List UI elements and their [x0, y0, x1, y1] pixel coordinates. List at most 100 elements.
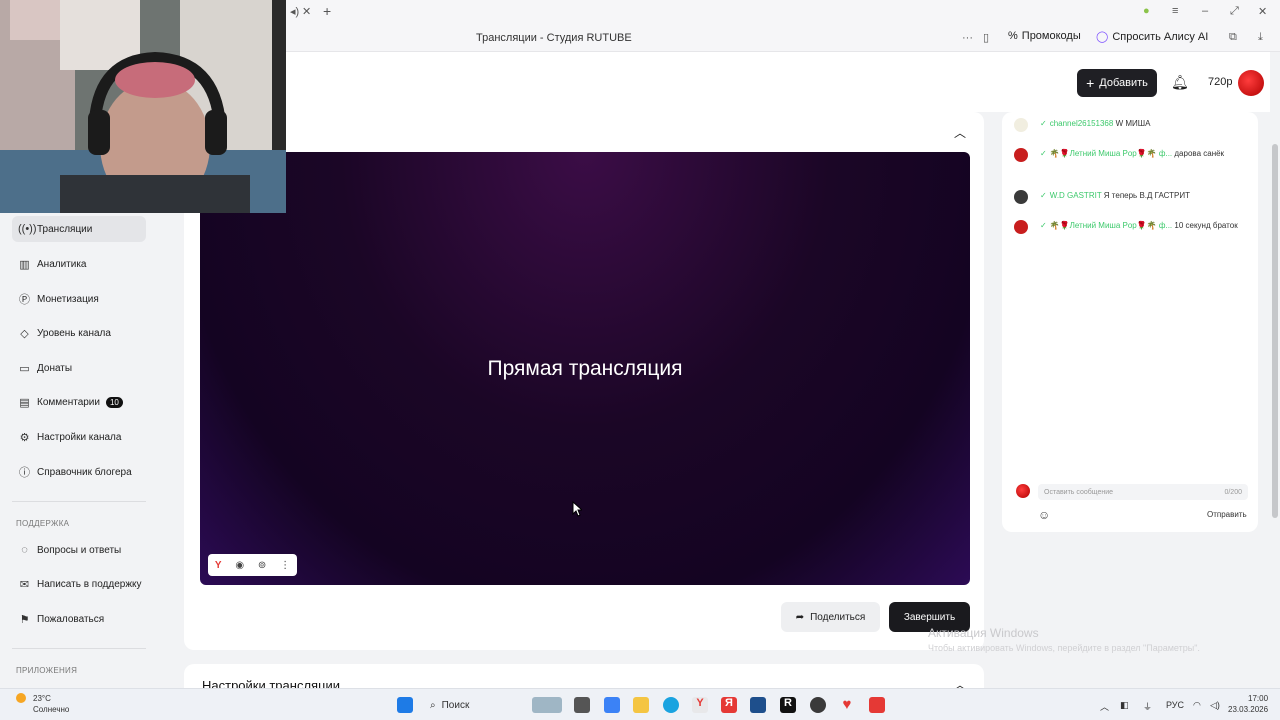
- temperature: 23°C: [33, 694, 51, 703]
- verified-icon: ✓: [1040, 221, 1047, 230]
- sidebar-item-contact-support[interactable]: ✉ Написать в поддержку: [12, 571, 146, 597]
- plus-icon: +: [1086, 75, 1095, 91]
- network-app-icon[interactable]: ◧: [1120, 700, 1129, 711]
- page-title: Трансляции - Студия RUTUBE: [476, 32, 632, 44]
- sidebar-item-analytics[interactable]: ▥ Аналитика: [12, 251, 146, 277]
- sidebar-item-label: Написать в поддержку: [37, 578, 142, 590]
- page-scrollbar[interactable]: [1270, 52, 1280, 688]
- comments-badge: 10: [105, 396, 123, 408]
- player-toolbar: Y ◉ ⊚ ⋮: [208, 554, 297, 576]
- weather-text: Солнечно: [33, 705, 70, 714]
- sidebar-item-level[interactable]: ◇ Уровень канала: [12, 320, 146, 346]
- screenshot-icon[interactable]: ⊚: [258, 560, 266, 571]
- store-icon[interactable]: [750, 697, 766, 713]
- media-icon[interactable]: [869, 697, 885, 713]
- collections-icon[interactable]: ⧉: [1229, 31, 1237, 44]
- video-player[interactable]: Прямая трансляция Y ◉ ⊚ ⋮: [200, 152, 970, 585]
- sidebar-item-donations[interactable]: ▭ Донаты: [12, 355, 146, 381]
- donate-icon: ▭: [19, 362, 30, 375]
- send-button[interactable]: Отправить: [1207, 510, 1247, 519]
- chat-author: W.D GASTRIT: [1049, 191, 1102, 200]
- activation-watermark-text: Чтобы активировать Windows, перейдите в …: [928, 643, 1200, 653]
- sidebar-item-channel-settings[interactable]: ⚙ Настройки канала: [12, 424, 146, 450]
- sidebar-item-label: Справочник блогера: [37, 466, 132, 478]
- chat-text: Я теперь В.Д ГАСТРИТ: [1103, 191, 1190, 200]
- windows-start-icon[interactable]: [397, 697, 413, 713]
- promo-label: Промокоды: [1021, 30, 1081, 42]
- sidebar-item-monetization[interactable]: Ⓟ Монетизация: [12, 286, 146, 312]
- language-indicator[interactable]: РУС: [1166, 700, 1184, 710]
- eye-icon[interactable]: ◉: [235, 560, 244, 571]
- task-view-icon[interactable]: [574, 697, 590, 713]
- sidebar-item-report[interactable]: ⚑ Пожаловаться: [12, 606, 146, 632]
- minimize-icon[interactable]: –: [1202, 5, 1208, 17]
- emoji-icon[interactable]: ☺: [1038, 508, 1050, 522]
- heart-icon[interactable]: ♥: [839, 697, 855, 713]
- sidebar-item-label: Аналитика: [37, 258, 87, 270]
- sidebar-item-faq[interactable]: ◌ Вопросы и ответы: [12, 537, 146, 563]
- sidebar-divider: [12, 501, 146, 502]
- chat-message: ✓ 🌴🌹Летний Миша Pop🌹🌴 ф... 10 секунд брат…: [1014, 220, 1250, 234]
- weather-icon: [16, 693, 26, 703]
- volume-icon[interactable]: ◁): [1210, 700, 1220, 711]
- rutube-icon[interactable]: R: [780, 697, 796, 713]
- folder-icon[interactable]: [633, 697, 649, 713]
- yandex-icon[interactable]: Y: [215, 560, 222, 571]
- sidebar-item-label: Пожаловаться: [37, 613, 105, 625]
- gear-icon: ⚙: [19, 431, 30, 444]
- bookmark-icon[interactable]: ▯: [983, 31, 989, 44]
- verified-icon: ✓: [1040, 191, 1047, 200]
- app-icon[interactable]: [604, 697, 620, 713]
- chat-author: 🌴🌹Летний Миша Pop🌹🌴 ф...: [1049, 149, 1173, 158]
- sidebar-item-comments[interactable]: ▤ Комментарии 10: [12, 389, 146, 415]
- chevron-up-icon[interactable]: ︿: [1100, 700, 1109, 713]
- avatar[interactable]: [1238, 70, 1264, 96]
- alice-button[interactable]: ◯ Спросить Алису AI: [1096, 30, 1208, 44]
- player-title: Прямая трансляция: [487, 357, 683, 380]
- obs-icon[interactable]: [810, 697, 826, 713]
- window-close-icon[interactable]: ✕: [1258, 5, 1267, 18]
- chevron-up-icon[interactable]: ︿: [954, 124, 966, 141]
- extension-icon[interactable]: ●: [1143, 5, 1150, 17]
- taskbar-search[interactable]: ⌕ Поиск: [424, 695, 524, 715]
- share-button[interactable]: ➦ Поделиться: [781, 602, 880, 632]
- wifi-icon[interactable]: ◠: [1193, 700, 1201, 711]
- more-icon[interactable]: ···: [962, 32, 973, 44]
- mute-icon[interactable]: ◂): [290, 5, 299, 18]
- yandex-browser-icon[interactable]: Y: [692, 697, 708, 713]
- sidebar-item-handbook[interactable]: ⓘ Справочник блогера: [12, 459, 146, 485]
- avatar: [1014, 118, 1028, 132]
- sidebar-item-label: Трансляции: [37, 223, 93, 235]
- more-vertical-icon[interactable]: ⋮: [280, 560, 290, 571]
- widgets-icon[interactable]: [532, 697, 562, 713]
- alice-icon: ◯: [1096, 31, 1109, 43]
- sidebar-item-broadcasts[interactable]: ((•)) Трансляции: [12, 216, 146, 242]
- question-icon: ◌: [21, 544, 28, 556]
- sidebar-item-label: Монетизация: [37, 293, 99, 305]
- add-button[interactable]: + Добавить: [1077, 69, 1157, 97]
- search-label: Поиск: [441, 699, 470, 711]
- analytics-icon: ▥: [19, 258, 30, 271]
- chat-author: channel26151368: [1049, 119, 1114, 128]
- avatar: [1014, 190, 1028, 204]
- webcam-overlay: [0, 0, 286, 213]
- search-icon: ⌕: [430, 699, 436, 711]
- weather-widget[interactable]: 23°C Солнечно: [33, 693, 69, 715]
- chat-panel: ✓ channel26151368 W МИША ✓ 🌴🌹Летний Миша P…: [1002, 112, 1258, 532]
- menu-icon[interactable]: ≡: [1172, 5, 1178, 17]
- clock[interactable]: 17:00 23.03.2026: [1228, 693, 1268, 715]
- bell-icon[interactable]: 🔔︎: [1171, 74, 1189, 91]
- scrollbar-thumb[interactable]: [1272, 144, 1278, 518]
- edge-icon[interactable]: [663, 697, 679, 713]
- promo-button[interactable]: % Промокоды: [1008, 30, 1081, 42]
- chat-input-placeholder: Оставить сообщение: [1044, 488, 1114, 496]
- download-icon[interactable]: ⤓: [1258, 31, 1263, 44]
- chat-input[interactable]: Оставить сообщение 0/200: [1038, 484, 1248, 500]
- maximize-icon[interactable]: ⤢: [1230, 5, 1239, 18]
- taskbar: 23°C Солнечно ⌕ Поиск Y Я R ♥ ︿ ◧ ⏚ РУС …: [0, 688, 1280, 720]
- device-icon[interactable]: ⏚: [1143, 700, 1152, 713]
- yandex-icon[interactable]: Я: [721, 697, 737, 713]
- book-icon: ⓘ: [19, 467, 30, 479]
- new-tab-icon[interactable]: +: [323, 3, 331, 19]
- close-tab-icon[interactable]: ✕: [302, 5, 311, 18]
